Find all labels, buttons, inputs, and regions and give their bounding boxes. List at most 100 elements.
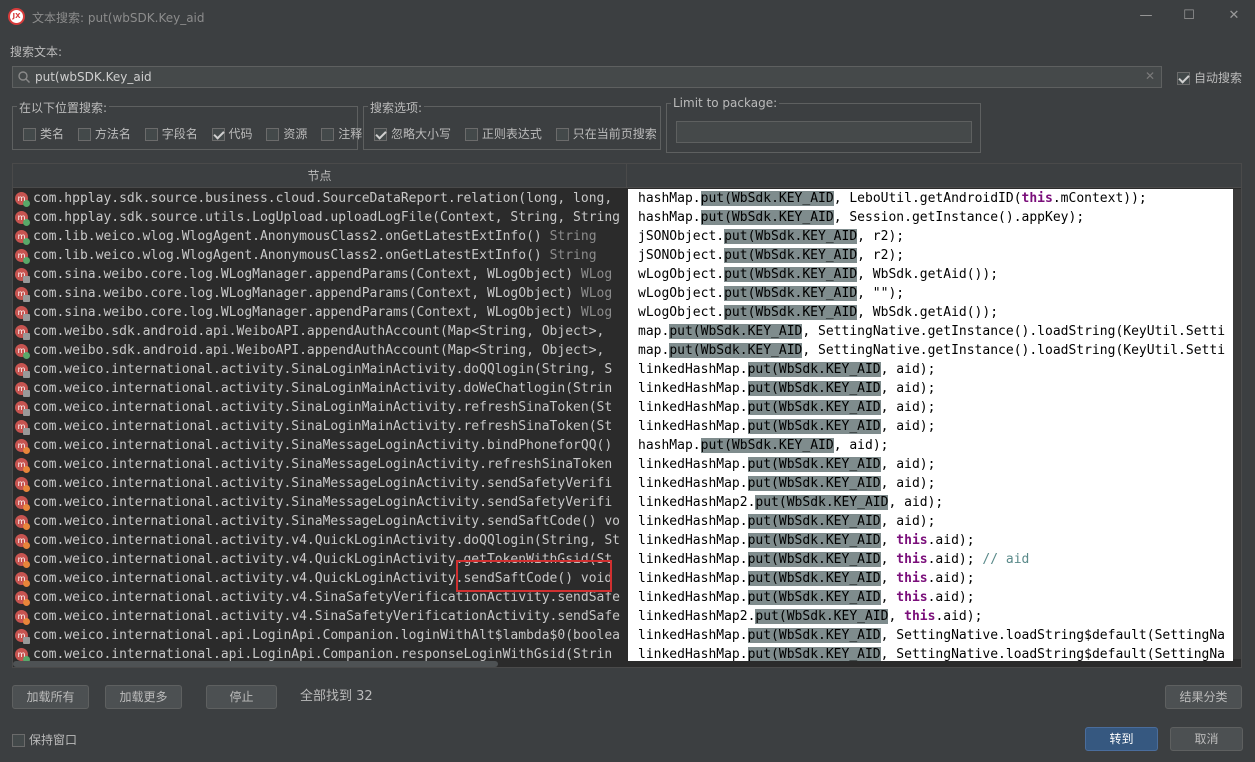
scope-checkbox[interactable] (77, 128, 91, 141)
result-row[interactable]: m com.sina.weibo.core.log.WLogManager.app… (13, 284, 627, 303)
method-icon: m (15, 610, 30, 625)
result-row[interactable]: m com.weico.international.activity.SinaLo… (13, 379, 627, 398)
method-icon: m (15, 211, 30, 226)
horizontal-scrollbar[interactable] (13, 661, 498, 667)
code-line[interactable]: wLogObject.put(WbSdk.KEY_AID, ""); (628, 284, 1233, 303)
code-line[interactable]: map.put(WbSdk.KEY_AID, SettingNative.get… (628, 322, 1233, 341)
code-line[interactable]: linkedHashMap.put(WbSdk.KEY_AID, this.ai… (628, 550, 1233, 569)
result-row[interactable]: m com.sina.weibo.core.log.WLogManager.app… (13, 303, 627, 322)
search-input[interactable] (35, 69, 1135, 85)
clear-icon[interactable]: ✕ (1145, 69, 1155, 83)
code-line[interactable]: hashMap.put(WbSdk.KEY_AID, Session.getIn… (628, 208, 1233, 227)
scope-checkbox[interactable] (266, 128, 280, 141)
code-line[interactable]: linkedHashMap.put(WbSdk.KEY_AID, Setting… (628, 645, 1233, 661)
code-line[interactable]: linkedHashMap2.put(WbSdk.KEY_AID, this.a… (628, 607, 1233, 626)
code-line[interactable]: hashMap.put(WbSdk.KEY_AID, LeboUtil.getA… (628, 189, 1233, 208)
load-all-button[interactable]: 加载所有 (12, 685, 89, 709)
result-row[interactable]: m com.hpplay.sdk.source.utils.LogUpload.u… (13, 208, 627, 227)
code-line[interactable]: linkedHashMap.put(WbSdk.KEY_AID, aid); (628, 512, 1233, 531)
option-checkbox[interactable] (464, 128, 478, 141)
method-icon: m (15, 230, 30, 245)
code-line[interactable]: linkedHashMap.put(WbSdk.KEY_AID, aid); (628, 455, 1233, 474)
vertical-scrollbar[interactable] (1233, 189, 1241, 659)
code-line[interactable]: linkedHashMap.put(WbSdk.KEY_AID, aid); (628, 360, 1233, 379)
keep-window-option[interactable]: 保持窗口 (12, 731, 77, 748)
code-line[interactable]: linkedHashMap.put(WbSdk.KEY_AID, aid); (628, 474, 1233, 493)
found-count: 全部找到 32 (300, 689, 373, 704)
code-pre: linkedHashMap. (638, 533, 748, 548)
auto-search-option[interactable]: 自动搜索 (1177, 69, 1242, 86)
result-row[interactable]: m com.sina.weibo.core.log.WLogManager.app… (13, 265, 627, 284)
node-column-header[interactable]: 节点 (13, 164, 627, 188)
method-icon: m (15, 515, 30, 530)
code-post: , aid); (888, 495, 944, 510)
scope-checkbox[interactable] (23, 128, 36, 141)
scope-option-comment[interactable]: 注释 (321, 125, 362, 142)
goto-button[interactable]: 转到 (1085, 727, 1158, 751)
cancel-button[interactable]: 取消 (1170, 727, 1243, 751)
scope-checkbox[interactable] (211, 128, 225, 141)
result-row[interactable]: m com.weico.international.activity.SinaLo… (13, 398, 627, 417)
results-code-pane[interactable]: hashMap.put(WbSdk.KEY_AID, LeboUtil.getA… (628, 189, 1233, 661)
close-button[interactable]: ✕ (1219, 6, 1249, 26)
result-row[interactable]: m com.weibo.sdk.android.api.WeiboAPI.appe… (13, 341, 627, 360)
scope-option-field[interactable]: 字段名 (144, 125, 198, 142)
option-ignore-case[interactable]: 忽略大小写 (374, 125, 451, 142)
result-row[interactable]: m com.weico.international.activity.SinaLo… (13, 417, 627, 436)
highlight-box (456, 560, 612, 592)
code-line[interactable]: linkedHashMap.put(WbSdk.KEY_AID, this.ai… (628, 588, 1233, 607)
keep-window-checkbox[interactable] (12, 734, 25, 747)
code-hl: put(WbSdk.KEY_AID (747, 362, 881, 377)
result-row[interactable]: m com.lib.weico.wlog.WlogAgent.AnonymousC… (13, 227, 627, 246)
result-row[interactable]: m com.weico.international.activity.SinaMe… (13, 512, 627, 531)
code-line[interactable]: linkedHashMap.put(WbSdk.KEY_AID, aid); (628, 379, 1233, 398)
code-post: , (880, 533, 897, 548)
result-row-text: com.weico.international.api.LoginApi.Com… (33, 628, 620, 643)
code-line[interactable]: linkedHashMap.put(WbSdk.KEY_AID, aid); (628, 417, 1233, 436)
code-line[interactable]: jSONObject.put(WbSdk.KEY_AID, r2); (628, 246, 1233, 265)
option-checkbox[interactable] (555, 128, 569, 141)
code-column-header[interactable] (627, 164, 1241, 188)
code-line[interactable]: wLogObject.put(WbSdk.KEY_AID, WbSdk.getA… (628, 303, 1233, 322)
result-row[interactable]: m com.weico.international.activity.v4.Qui… (13, 531, 627, 550)
code-line[interactable]: linkedHashMap.put(WbSdk.KEY_AID, aid); (628, 398, 1233, 417)
stop-button[interactable]: 停止 (206, 685, 277, 709)
code-line[interactable]: map.put(WbSdk.KEY_AID, SettingNative.get… (628, 341, 1233, 360)
result-row[interactable]: m com.weico.international.activity.SinaMe… (13, 436, 627, 455)
scope-option-method[interactable]: 方法名 (77, 125, 131, 142)
code-line[interactable]: jSONObject.put(WbSdk.KEY_AID, r2); (628, 227, 1233, 246)
method-icon: m (15, 268, 30, 283)
result-row[interactable]: m com.weico.international.api.LoginApi.Co… (13, 645, 627, 661)
scope-option-resource[interactable]: 资源 (266, 125, 307, 142)
result-row[interactable]: m com.weico.international.api.LoginApi.Co… (13, 626, 627, 645)
scope-checkbox[interactable] (144, 128, 158, 141)
code-line[interactable]: linkedHashMap2.put(WbSdk.KEY_AID, aid); (628, 493, 1233, 512)
option-regex[interactable]: 正则表达式 (464, 125, 542, 142)
scope-option-code[interactable]: 代码 (211, 125, 253, 142)
package-input[interactable] (676, 121, 972, 143)
code-line[interactable]: linkedHashMap.put(WbSdk.KEY_AID, this.ai… (628, 569, 1233, 588)
code-line[interactable]: linkedHashMap.put(WbSdk.KEY_AID, this.ai… (628, 531, 1233, 550)
load-more-button[interactable]: 加载更多 (105, 685, 182, 709)
code-post: , aid); (880, 400, 936, 415)
scope-checkbox[interactable] (321, 128, 335, 141)
result-row[interactable]: m com.lib.weico.wlog.WlogAgent.AnonymousC… (13, 246, 627, 265)
classify-results-button[interactable]: 结果分类 (1165, 685, 1242, 709)
option-checkbox[interactable] (374, 128, 387, 141)
code-line[interactable]: wLogObject.put(WbSdk.KEY_AID, WbSdk.getA… (628, 265, 1233, 284)
auto-search-checkbox[interactable] (1177, 72, 1190, 85)
result-row[interactable]: m com.weibo.sdk.android.api.WeiboAPI.appe… (13, 322, 627, 341)
code-line[interactable]: linkedHashMap.put(WbSdk.KEY_AID, Setting… (628, 626, 1233, 645)
result-row[interactable]: m com.weico.international.activity.SinaMe… (13, 455, 627, 474)
maximize-button[interactable]: ☐ (1174, 6, 1204, 26)
result-row[interactable]: m com.weico.international.activity.v4.Sin… (13, 607, 627, 626)
result-row[interactable]: m com.weico.international.activity.SinaMe… (13, 474, 627, 493)
scope-option-class[interactable]: 类名 (23, 125, 64, 142)
option-current-page[interactable]: 只在当前页搜索 (555, 125, 657, 142)
result-row[interactable]: m com.weico.international.activity.SinaMe… (13, 493, 627, 512)
code-pre: wLogObject. (638, 267, 725, 282)
code-line[interactable]: hashMap.put(WbSdk.KEY_AID, aid); (628, 436, 1233, 455)
result-row[interactable]: m com.hpplay.sdk.source.business.cloud.So… (13, 189, 627, 208)
minimize-button[interactable]: — (1131, 6, 1161, 26)
result-row[interactable]: m com.weico.international.activity.SinaLo… (13, 360, 627, 379)
